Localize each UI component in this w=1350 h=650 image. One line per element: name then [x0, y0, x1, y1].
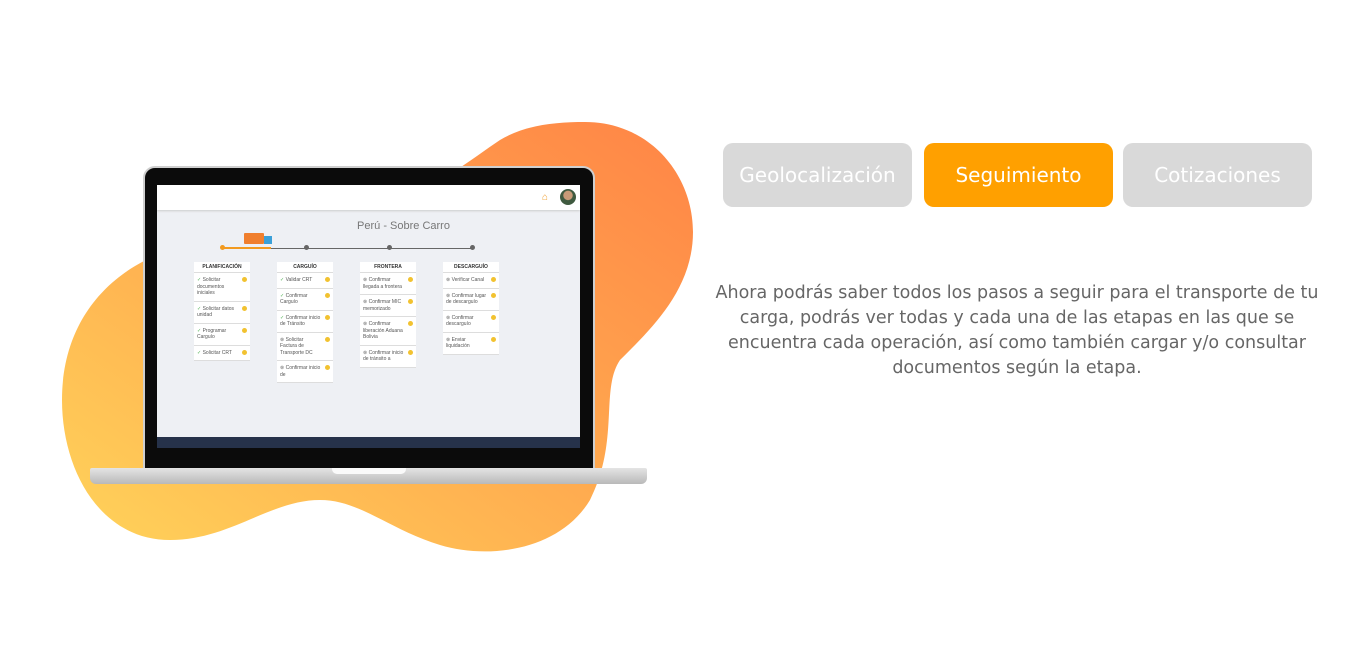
step-label: Enviar liquidación — [446, 336, 470, 350]
truck-cab-icon — [264, 236, 272, 244]
step-card[interactable]: ✓ Validar CRT — [277, 273, 333, 289]
info-icon[interactable] — [491, 292, 496, 298]
step-label: Verificar Canal — [451, 277, 485, 283]
info-icon[interactable] — [325, 314, 330, 320]
stage-column: FRONTERA ⊗ Confirmar llegada a frontera ⊗ … — [360, 262, 416, 368]
check-circle-icon: ✓ — [280, 292, 285, 299]
info-icon[interactable] — [325, 277, 330, 282]
step-dot — [304, 245, 309, 250]
step-card[interactable]: ✓ Confirmar inicio de Tránsito — [277, 311, 333, 333]
pending-circle-icon: ⊗ — [446, 336, 451, 343]
step-label: Solicitar CRT — [202, 349, 232, 356]
step-label: Programar Carguío — [197, 327, 227, 341]
step-card[interactable]: ⊗ Verificar Canal — [443, 273, 499, 289]
pending-circle-icon: ⊗ — [446, 277, 451, 283]
info-icon[interactable] — [408, 299, 413, 304]
tab-geolocalizacion[interactable]: Geolocalización — [723, 143, 912, 207]
step-label: Confirmar llegada a frontera — [363, 277, 402, 290]
home-icon[interactable]: ⌂ — [542, 192, 548, 203]
step-label: Confirmar inicio de — [280, 365, 321, 378]
description-text: Ahora podrás saber todos los pasos a seg… — [715, 283, 1319, 378]
step-label: Confirmar liberación Aduana Bolivia — [363, 321, 403, 340]
step-dot — [387, 245, 392, 250]
step-label: Confirmar descarguío — [446, 314, 474, 328]
step-card[interactable]: ⊗ Confirmar MIC memorizado — [360, 295, 416, 317]
stage-column: DESCARGUÍO ⊗ Verificar Canal ⊗ Confirmar l… — [443, 262, 499, 355]
laptop-screen: ⌂ Perú - Sobre Carro PLANIFICACIÓN ✓ Soli… — [157, 185, 580, 448]
step-card[interactable]: ✓ Solicitar CRT — [194, 346, 250, 361]
stage-column: PLANIFICACIÓN ✓ Solicitar documentos inic… — [194, 262, 250, 361]
info-icon[interactable] — [491, 336, 496, 342]
pending-circle-icon: ⊗ — [363, 349, 368, 356]
step-card[interactable]: ✓ Solicitar documentos iniciales — [194, 273, 250, 302]
laptop-notch — [332, 468, 406, 474]
step-card[interactable]: ⊗ Confirmar liberación Aduana Bolivia — [360, 317, 416, 346]
tab-seguimiento[interactable]: Seguimiento — [924, 143, 1113, 207]
check-circle-icon: ✓ — [197, 349, 202, 356]
pending-circle-icon: ⊗ — [446, 314, 451, 321]
tab-cotizaciones[interactable]: Cotizaciones — [1123, 143, 1312, 207]
stage-header: DESCARGUÍO — [443, 262, 499, 273]
progress-done — [221, 247, 271, 249]
step-card[interactable]: ⊗ Confirmar descarguío — [443, 311, 499, 333]
stage-header: PLANIFICACIÓN — [194, 262, 250, 273]
step-card[interactable]: ⊗ Enviar liquidación — [443, 333, 499, 355]
step-card[interactable]: ✓ Solicitar datos unidad — [194, 302, 250, 324]
truck-icon — [244, 233, 264, 244]
info-icon[interactable] — [491, 277, 496, 282]
app-footer — [157, 437, 580, 448]
pending-circle-icon: ⊗ — [363, 321, 368, 327]
info-icon[interactable] — [242, 305, 247, 311]
pending-circle-icon: ⊗ — [280, 365, 285, 371]
info-icon[interactable] — [408, 349, 413, 355]
pending-circle-icon: ⊗ — [363, 299, 368, 305]
step-label: Confirmar inicio de tránsito a — [363, 349, 404, 363]
check-circle-icon: ✓ — [280, 314, 285, 321]
info-icon[interactable] — [491, 314, 496, 320]
step-card[interactable]: ✓ Programar Carguío — [194, 324, 250, 346]
step-label: Confirmar MIC memorizado — [363, 299, 402, 312]
check-circle-icon: ✓ — [197, 327, 202, 334]
step-label: Solicitar Factura de Transporte DC — [280, 336, 313, 356]
avatar[interactable] — [560, 189, 576, 205]
check-circle-icon: ✓ — [280, 277, 285, 283]
pending-circle-icon: ⊗ — [280, 336, 285, 343]
screen-title: Perú - Sobre Carro — [357, 220, 450, 232]
info-icon[interactable] — [325, 292, 330, 298]
step-dot — [220, 245, 225, 250]
step-card[interactable]: ⊗ Confirmar lugar de descarguío — [443, 289, 499, 311]
info-icon[interactable] — [408, 321, 413, 326]
pending-circle-icon: ⊗ — [446, 292, 451, 299]
step-label: Validar CRT — [285, 277, 313, 283]
info-icon[interactable] — [325, 336, 330, 342]
info-icon[interactable] — [242, 327, 247, 333]
step-card[interactable]: ✓ Confirmar Carguío — [277, 289, 333, 311]
step-label: Confirmar inicio de Tránsito — [280, 314, 321, 328]
stage-header: FRONTERA — [360, 262, 416, 273]
info-icon[interactable] — [325, 365, 330, 370]
info-icon[interactable] — [242, 277, 247, 282]
pending-circle-icon: ⊗ — [363, 277, 368, 283]
step-card[interactable]: ⊗ Confirmar inicio de tránsito a — [360, 346, 416, 368]
step-card[interactable]: ⊗ Solicitar Factura de Transporte DC — [277, 333, 333, 361]
laptop-base — [90, 468, 647, 484]
stage-column: CARGUÍO ✓ Validar CRT ✓ Confirmar Carguío ✓… — [277, 262, 333, 383]
stage-header: CARGUÍO — [277, 262, 333, 273]
step-label: Confirmar Carguío — [280, 292, 308, 306]
step-label: Solicitar datos unidad — [197, 305, 234, 319]
check-circle-icon: ✓ — [197, 277, 202, 283]
info-icon[interactable] — [242, 349, 247, 355]
step-card[interactable]: ⊗ Confirmar inicio de — [277, 361, 333, 383]
step-card[interactable]: ⊗ Confirmar llegada a frontera — [360, 273, 416, 295]
step-dot — [470, 245, 475, 250]
check-circle-icon: ✓ — [197, 305, 202, 312]
step-label: Confirmar lugar de descarguío — [446, 292, 487, 306]
info-icon[interactable] — [408, 277, 413, 282]
step-label: Solicitar documentos iniciales — [197, 277, 225, 296]
app-header: ⌂ — [157, 185, 580, 210]
